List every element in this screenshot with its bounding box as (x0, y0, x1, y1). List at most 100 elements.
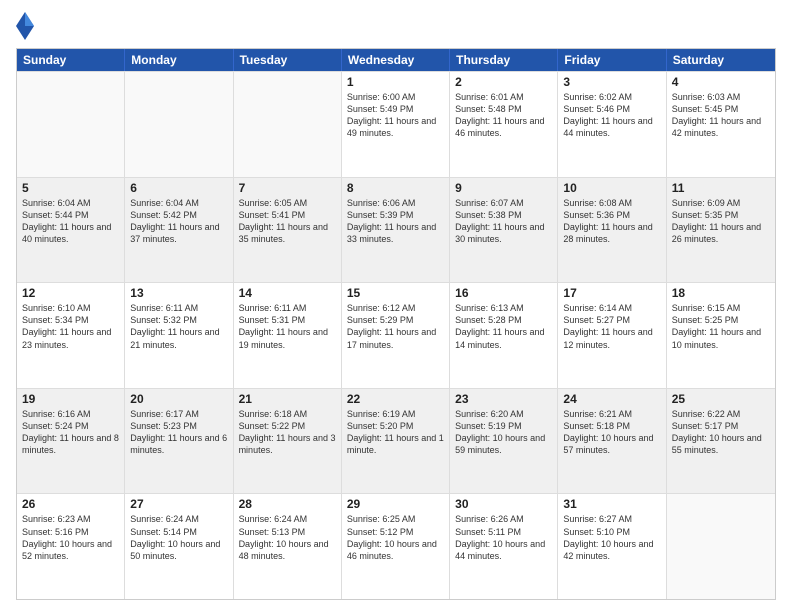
calendar-week: 1 Sunrise: 6:00 AM Sunset: 5:49 PM Daylig… (17, 71, 775, 177)
day-number: 1 (347, 75, 444, 89)
day-info: Sunrise: 6:16 AM Sunset: 5:24 PM Dayligh… (22, 408, 119, 457)
calendar-cell: 17 Sunrise: 6:14 AM Sunset: 5:27 PM Dayli… (558, 283, 666, 388)
day-info: Sunrise: 6:14 AM Sunset: 5:27 PM Dayligh… (563, 302, 660, 351)
day-info: Sunrise: 6:24 AM Sunset: 5:13 PM Dayligh… (239, 513, 336, 562)
calendar-cell: 5 Sunrise: 6:04 AM Sunset: 5:44 PM Daylig… (17, 178, 125, 283)
day-number: 11 (672, 181, 770, 195)
day-number: 17 (563, 286, 660, 300)
day-info: Sunrise: 6:09 AM Sunset: 5:35 PM Dayligh… (672, 197, 770, 246)
calendar-cell: 30 Sunrise: 6:26 AM Sunset: 5:11 PM Dayli… (450, 494, 558, 599)
day-info: Sunrise: 6:10 AM Sunset: 5:34 PM Dayligh… (22, 302, 119, 351)
calendar-cell (125, 72, 233, 177)
calendar-cell: 1 Sunrise: 6:00 AM Sunset: 5:49 PM Daylig… (342, 72, 450, 177)
day-info: Sunrise: 6:21 AM Sunset: 5:18 PM Dayligh… (563, 408, 660, 457)
calendar-week: 26 Sunrise: 6:23 AM Sunset: 5:16 PM Dayli… (17, 493, 775, 599)
calendar-cell: 16Sunrise: 6:13 AM Sunset: 5:28 PM Dayli… (450, 283, 558, 388)
calendar-cell: 12 Sunrise: 6:10 AM Sunset: 5:34 PM Dayli… (17, 283, 125, 388)
day-number: 25 (672, 392, 770, 406)
page: SundayMondayTuesdayWednesdayThursdayFrid… (0, 0, 792, 612)
calendar-cell: 7 Sunrise: 6:05 AM Sunset: 5:41 PM Daylig… (234, 178, 342, 283)
day-number: 28 (239, 497, 336, 511)
day-number: 26 (22, 497, 119, 511)
day-info: Sunrise: 6:18 AM Sunset: 5:22 PM Dayligh… (239, 408, 336, 457)
day-info: Sunrise: 6:23 AM Sunset: 5:16 PM Dayligh… (22, 513, 119, 562)
calendar-cell: 2 Sunrise: 6:01 AM Sunset: 5:48 PM Daylig… (450, 72, 558, 177)
calendar-header-cell: Thursday (450, 49, 558, 71)
calendar-header-cell: Friday (558, 49, 666, 71)
calendar-cell: 24 Sunrise: 6:21 AM Sunset: 5:18 PM Dayli… (558, 389, 666, 494)
day-number: 2 (455, 75, 552, 89)
day-info: Sunrise: 6:26 AM Sunset: 5:11 PM Dayligh… (455, 513, 552, 562)
day-number: 30 (455, 497, 552, 511)
day-info: Sunrise: 6:11 AM Sunset: 5:32 PM Dayligh… (130, 302, 227, 351)
day-number: 16 (455, 286, 552, 300)
day-number: 15 (347, 286, 444, 300)
day-number: 5 (22, 181, 119, 195)
day-number: 29 (347, 497, 444, 511)
day-number: 14 (239, 286, 336, 300)
calendar-cell: 14 Sunrise: 6:11 AM Sunset: 5:31 PM Dayli… (234, 283, 342, 388)
calendar-cell (17, 72, 125, 177)
day-number: 31 (563, 497, 660, 511)
day-number: 7 (239, 181, 336, 195)
day-number: 12 (22, 286, 119, 300)
day-number: 23 (455, 392, 552, 406)
day-number: 10 (563, 181, 660, 195)
day-number: 18 (672, 286, 770, 300)
calendar-cell: 21 Sunrise: 6:18 AM Sunset: 5:22 PM Dayli… (234, 389, 342, 494)
day-info: Sunrise: 6:00 AM Sunset: 5:49 PM Dayligh… (347, 91, 444, 140)
day-number: 8 (347, 181, 444, 195)
calendar-cell: 9 Sunrise: 6:07 AM Sunset: 5:38 PM Daylig… (450, 178, 558, 283)
calendar-cell: 31 Sunrise: 6:27 AM Sunset: 5:10 PM Dayli… (558, 494, 666, 599)
day-number: 24 (563, 392, 660, 406)
calendar-cell: 13 Sunrise: 6:11 AM Sunset: 5:32 PM Dayli… (125, 283, 233, 388)
calendar-week: 19 Sunrise: 6:16 AM Sunset: 5:24 PM Dayli… (17, 388, 775, 494)
calendar-header-cell: Sunday (17, 49, 125, 71)
day-info: Sunrise: 6:20 AM Sunset: 5:19 PM Dayligh… (455, 408, 552, 457)
day-number: 27 (130, 497, 227, 511)
day-info: Sunrise: 6:11 AM Sunset: 5:31 PM Dayligh… (239, 302, 336, 351)
day-number: 13 (130, 286, 227, 300)
day-info: Sunrise: 6:05 AM Sunset: 5:41 PM Dayligh… (239, 197, 336, 246)
calendar-week: 12 Sunrise: 6:10 AM Sunset: 5:34 PM Dayli… (17, 282, 775, 388)
day-number: 9 (455, 181, 552, 195)
calendar-cell: 20 Sunrise: 6:17 AM Sunset: 5:23 PM Dayli… (125, 389, 233, 494)
calendar-cell: 27 Sunrise: 6:24 AM Sunset: 5:14 PM Dayli… (125, 494, 233, 599)
calendar: SundayMondayTuesdayWednesdayThursdayFrid… (16, 48, 776, 600)
day-info: Sunrise: 6:19 AM Sunset: 5:20 PM Dayligh… (347, 408, 444, 457)
day-info: Sunrise: 6:15 AM Sunset: 5:25 PM Dayligh… (672, 302, 770, 351)
day-info: Sunrise: 6:02 AM Sunset: 5:46 PM Dayligh… (563, 91, 660, 140)
day-info: Sunrise: 6:17 AM Sunset: 5:23 PM Dayligh… (130, 408, 227, 457)
day-info: Sunrise: 6:04 AM Sunset: 5:44 PM Dayligh… (22, 197, 119, 246)
logo-icon (16, 12, 34, 40)
day-number: 19 (22, 392, 119, 406)
day-number: 22 (347, 392, 444, 406)
day-info: Sunrise: 6:04 AM Sunset: 5:42 PM Dayligh… (130, 197, 227, 246)
day-number: 6 (130, 181, 227, 195)
day-info: Sunrise: 6:25 AM Sunset: 5:12 PM Dayligh… (347, 513, 444, 562)
day-info: Sunrise: 6:01 AM Sunset: 5:48 PM Dayligh… (455, 91, 552, 140)
calendar-header-cell: Wednesday (342, 49, 450, 71)
day-number: 21 (239, 392, 336, 406)
day-info: Sunrise: 6:24 AM Sunset: 5:14 PM Dayligh… (130, 513, 227, 562)
calendar-cell (234, 72, 342, 177)
day-info: Sunrise: 6:27 AM Sunset: 5:10 PM Dayligh… (563, 513, 660, 562)
calendar-cell: 28 Sunrise: 6:24 AM Sunset: 5:13 PM Dayli… (234, 494, 342, 599)
day-info: Sunrise: 6:03 AM Sunset: 5:45 PM Dayligh… (672, 91, 770, 140)
calendar-cell: 18 Sunrise: 6:15 AM Sunset: 5:25 PM Dayli… (667, 283, 775, 388)
calendar-cell: 23 Sunrise: 6:20 AM Sunset: 5:19 PM Dayli… (450, 389, 558, 494)
calendar-body: 1 Sunrise: 6:00 AM Sunset: 5:49 PM Daylig… (17, 71, 775, 599)
calendar-cell (667, 494, 775, 599)
day-info: Sunrise: 6:07 AM Sunset: 5:38 PM Dayligh… (455, 197, 552, 246)
day-info: Sunrise: 6:12 AM Sunset: 5:29 PM Dayligh… (347, 302, 444, 351)
calendar-cell: 6 Sunrise: 6:04 AM Sunset: 5:42 PM Daylig… (125, 178, 233, 283)
day-info: Sunrise: 6:06 AM Sunset: 5:39 PM Dayligh… (347, 197, 444, 246)
calendar-cell: 3 Sunrise: 6:02 AM Sunset: 5:46 PM Daylig… (558, 72, 666, 177)
day-info: Sunrise: 6:08 AM Sunset: 5:36 PM Dayligh… (563, 197, 660, 246)
calendar-cell: 25Sunrise: 6:22 AM Sunset: 5:17 PM Dayli… (667, 389, 775, 494)
day-number: 4 (672, 75, 770, 89)
calendar-cell: 4 Sunrise: 6:03 AM Sunset: 5:45 PM Daylig… (667, 72, 775, 177)
day-number: 20 (130, 392, 227, 406)
day-number: 3 (563, 75, 660, 89)
calendar-header-cell: Saturday (667, 49, 775, 71)
